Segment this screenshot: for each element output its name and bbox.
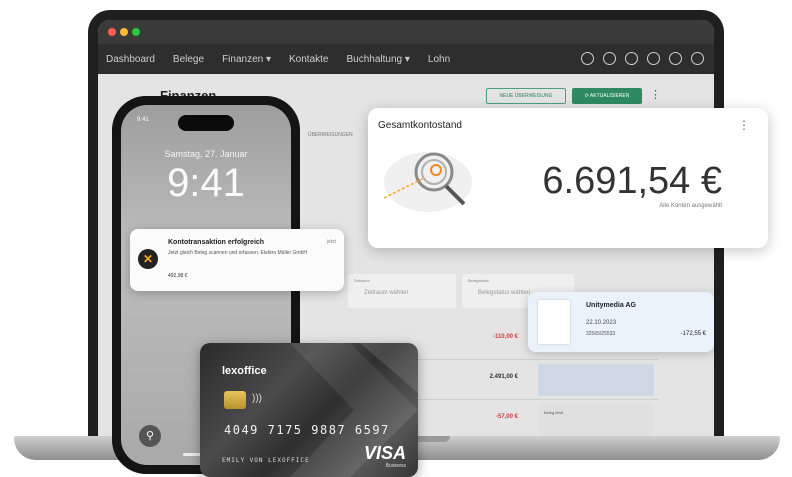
row-amount: -57,00 € xyxy=(495,414,518,420)
close-dot[interactable] xyxy=(108,28,116,36)
receipt-status-value: Belegstatus wählen xyxy=(478,290,531,296)
top-nav: Dashboard Belege Finanzen ▾ Kontakte Buc… xyxy=(98,44,714,74)
lock-screen-time: 9:41 xyxy=(167,161,245,205)
credit-card: lexoffice ))) 4049 7175 9887 6597 EMILY … xyxy=(200,343,418,477)
nav-kontakte[interactable]: Kontakte xyxy=(289,54,328,65)
visa-logo: VISA xyxy=(363,443,406,463)
visa-business-label: Business xyxy=(385,463,406,469)
transaction-reference: 32565/25533 xyxy=(586,331,616,337)
card-number: 4049 7175 9887 6597 xyxy=(224,423,390,437)
row-amount: 2.491,00 € xyxy=(489,374,518,380)
transaction-card[interactable]: Unitymedia AG 22.10.2023 32565/25533 -17… xyxy=(528,292,714,352)
settings-icon[interactable] xyxy=(669,52,682,65)
notification-title: Kontotransaktion erfolgreich xyxy=(168,239,265,246)
balance-subtitle: Alle Konten ausgewählt xyxy=(659,203,722,209)
status-bar-time: 9:41 xyxy=(137,117,149,123)
nav-lohn[interactable]: Lohn xyxy=(428,54,450,65)
heart-icon[interactable] xyxy=(581,52,594,65)
lock-screen-date: Samstag, 27. Januar xyxy=(164,149,248,159)
receipt-thumbnail xyxy=(538,300,570,344)
row-amount: -110,00 € xyxy=(492,334,518,340)
tab-transfers[interactable]: ÜBERWEISUNGEN xyxy=(308,132,353,138)
more-menu-icon[interactable]: ⋮ xyxy=(650,88,661,101)
total-balance-card: Gesamtkontostand ⋮ 6.691,54 € Alle Konte… xyxy=(368,108,768,248)
transaction-name: Unitymedia AG xyxy=(586,302,636,309)
balance-menu-icon[interactable]: ⋮ xyxy=(738,118,750,132)
transaction-date: 22.10.2023 xyxy=(586,320,617,326)
flashlight-icon[interactable]: ⚲ xyxy=(139,425,161,447)
chip-icon xyxy=(224,391,246,409)
card-holder-name: EMILY VON LEXOFFICE xyxy=(222,457,310,464)
date-filter-value: Zeitraum wählen xyxy=(364,290,409,296)
help-icon[interactable] xyxy=(625,52,638,65)
app-logo-icon: ✕ xyxy=(138,249,158,269)
new-transfer-button[interactable]: NEUE ÜBERWEISUNG xyxy=(486,88,566,104)
maximize-dot[interactable] xyxy=(132,28,140,36)
date-filter-label: Zeitraum xyxy=(354,278,370,283)
notification-amount: 492,98 € xyxy=(168,273,188,279)
magnifier-illustration-icon xyxy=(383,152,472,212)
nav-dashboard[interactable]: Dashboard xyxy=(106,54,155,65)
balance-title: Gesamtkontostand xyxy=(378,120,462,131)
nav-finanzen[interactable]: Finanzen ▾ xyxy=(222,54,271,65)
update-button[interactable]: ⟳ AKTUALISIEREN xyxy=(572,88,642,104)
user-icon[interactable] xyxy=(691,52,704,65)
search-icon[interactable] xyxy=(647,52,660,65)
notification-time: jetzt xyxy=(326,239,336,245)
row-status-cell xyxy=(538,364,654,396)
notification-text: Jetzt gleich Beleg scannen und erfassen.… xyxy=(168,250,307,256)
push-notification[interactable]: ✕ Kontotransaktion erfolgreich jetzt Jet… xyxy=(130,229,344,291)
minimize-dot[interactable] xyxy=(120,28,128,36)
dynamic-island xyxy=(178,115,234,131)
row-status-cell: Beleg fehlt xyxy=(538,404,654,436)
nav-buchhaltung[interactable]: Buchhaltung ▾ xyxy=(346,54,409,65)
receipt-status-label: Belegstatus xyxy=(468,278,489,283)
contactless-icon: ))) xyxy=(252,393,262,404)
transaction-amount: -172,55 € xyxy=(680,331,706,337)
card-brand-logo: lexoffice xyxy=(222,365,267,377)
nav-belege[interactable]: Belege xyxy=(173,54,204,65)
plus-circle-icon[interactable] xyxy=(603,52,616,65)
balance-amount: 6.691,54 € xyxy=(542,160,722,202)
window-titlebar xyxy=(98,20,714,44)
date-filter[interactable]: Zeitraum Zeitraum wählen xyxy=(348,274,456,308)
nav-icons xyxy=(581,52,704,65)
